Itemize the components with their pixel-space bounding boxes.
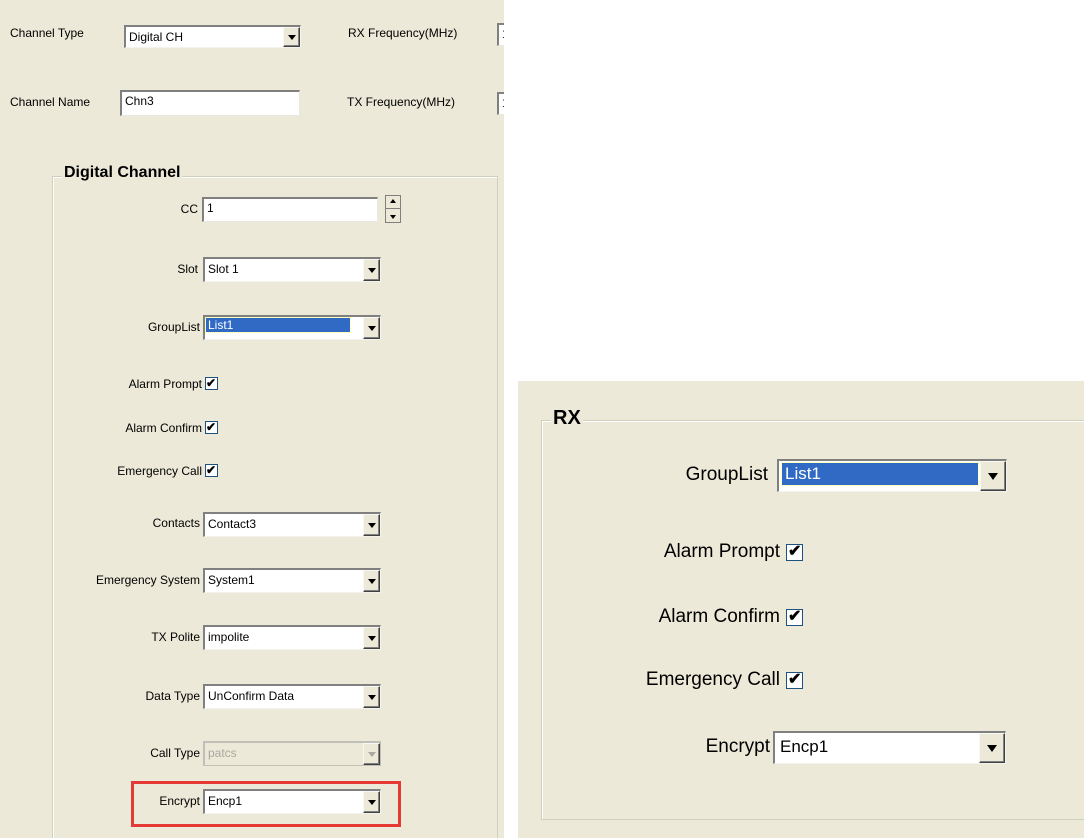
emergency-system-label: Emergency System	[95, 573, 200, 587]
emergency-system-value: System1	[208, 573, 255, 587]
call-type-value: patcs	[208, 746, 237, 760]
chevron-down-icon[interactable]	[979, 733, 1005, 763]
slot-label: Slot	[177, 262, 198, 276]
check-icon: ✔	[788, 671, 802, 688]
slot-value: Slot 1	[208, 262, 239, 276]
grouplist-label: GroupList	[147, 320, 200, 334]
check-icon: ✔	[206, 420, 217, 434]
contacts-value: Contact3	[208, 517, 257, 531]
chevron-down-icon	[363, 743, 380, 765]
call-type-label: Call Type	[150, 746, 200, 760]
cc-spinner[interactable]	[385, 195, 401, 223]
tx-polite-value: impolite	[208, 630, 250, 644]
rx-settings-panel: RX GroupList List1 Alarm Prompt ✔ Alarm …	[518, 381, 1084, 838]
channel-name-input[interactable]: Chn3	[120, 90, 300, 116]
channel-name-label: Channel Name	[10, 95, 91, 109]
channel-type-value: Digital CH	[129, 30, 184, 44]
alarm-confirm-label: Alarm Confirm	[125, 421, 202, 435]
contacts-select[interactable]: Contact3	[203, 512, 381, 537]
rx-alarm-prompt-checkbox[interactable]: ✔	[786, 543, 803, 561]
rx-grouplist-label: GroupList	[685, 464, 768, 485]
rx-frequency-input[interactable]: 1	[497, 23, 504, 46]
tx-frequency-label: TX Frequency(MHz)	[347, 95, 456, 109]
data-type-select[interactable]: UnConfirm Data	[203, 684, 381, 709]
encrypt-highlight-box	[131, 781, 401, 827]
rx-encrypt-value: Encp1	[780, 737, 829, 756]
digital-channel-title: Digital Channel	[62, 164, 183, 182]
check-icon: ✔	[788, 608, 802, 625]
cc-input[interactable]: 1	[202, 197, 378, 222]
call-type-select: patcs	[203, 741, 381, 766]
chevron-down-icon[interactable]	[363, 514, 380, 536]
rx-alarm-confirm-label: Alarm Confirm	[658, 606, 780, 627]
channel-settings-panel: Channel Type Digital CH RX Frequency(MHz…	[0, 0, 504, 838]
chevron-down-icon[interactable]	[980, 461, 1006, 491]
chevron-down-icon[interactable]	[283, 27, 300, 47]
check-icon: ✔	[788, 543, 802, 560]
slot-select[interactable]: Slot 1	[203, 257, 381, 282]
chevron-down-icon[interactable]	[363, 259, 380, 281]
spin-up-icon[interactable]	[386, 196, 400, 209]
rx-emergency-call-checkbox[interactable]: ✔	[786, 671, 803, 689]
rx-alarm-confirm-checkbox[interactable]: ✔	[786, 608, 803, 626]
cc-label: CC	[180, 202, 198, 216]
rx-alarm-prompt-label: Alarm Prompt	[663, 541, 780, 562]
emergency-call-label: Emergency Call	[117, 464, 202, 478]
rx-emergency-call-label: Emergency Call	[645, 669, 780, 690]
channel-type-select[interactable]: Digital CH	[124, 25, 301, 48]
grouplist-value: List1	[205, 317, 351, 333]
rx-frequency-label: RX Frequency(MHz)	[348, 26, 458, 40]
emergency-call-checkbox[interactable]: ✔	[205, 463, 218, 477]
contacts-label: Contacts	[152, 516, 200, 530]
check-icon: ✔	[206, 376, 217, 390]
data-type-value: UnConfirm Data	[208, 689, 295, 703]
chevron-down-icon[interactable]	[363, 570, 380, 592]
data-type-label: Data Type	[145, 689, 200, 703]
tx-frequency-input[interactable]: 1	[497, 92, 504, 115]
rx-grouplist-select[interactable]: List1	[777, 459, 1007, 492]
rx-encrypt-select[interactable]: Encp1	[773, 731, 1006, 764]
chevron-down-icon[interactable]	[363, 627, 380, 649]
channel-type-label: Channel Type	[10, 26, 84, 40]
rx-encrypt-label: Encrypt	[705, 736, 770, 757]
emergency-system-select[interactable]: System1	[203, 568, 381, 593]
alarm-prompt-label: Alarm Prompt	[128, 377, 202, 391]
chevron-down-icon[interactable]	[363, 317, 380, 339]
alarm-confirm-checkbox[interactable]: ✔	[205, 420, 218, 434]
grouplist-select[interactable]: List1	[203, 315, 381, 340]
rx-grouplist-value: List1	[781, 462, 979, 486]
spin-down-icon[interactable]	[386, 209, 400, 222]
alarm-prompt-checkbox[interactable]: ✔	[205, 376, 218, 390]
chevron-down-icon[interactable]	[363, 686, 380, 708]
tx-polite-label: TX Polite	[151, 630, 200, 644]
tx-polite-select[interactable]: impolite	[203, 625, 381, 650]
rx-group-title: RX	[551, 407, 583, 430]
check-icon: ✔	[206, 463, 217, 477]
